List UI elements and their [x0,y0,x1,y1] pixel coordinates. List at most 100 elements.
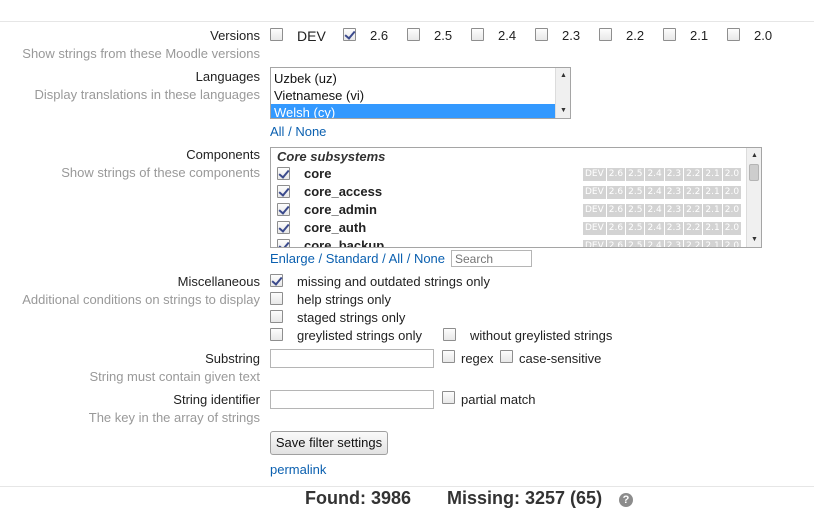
version-badge: DEV [583,186,606,199]
permalink-link[interactable]: permalink [270,462,326,477]
component-core-auth-checkbox[interactable] [277,221,290,234]
languages-select-links: All / None [270,124,326,139]
components-description: Show strings of these components [61,165,260,180]
version-2-3-checkbox[interactable] [535,28,548,41]
version-badge: 2.3 [664,240,684,247]
component-version-badges: DEV 2.6 2.5 2.4 2.3 2.2 2.1 2.0 [583,204,742,217]
components-links: Enlarge / Standard / All / None [270,251,445,266]
languages-none-link[interactable]: None [295,124,326,139]
stringid-label: String identifier [173,392,260,407]
missing-label: missing and outdated strings only [297,274,490,289]
help-strings-checkbox[interactable] [270,292,283,305]
languages-label: Languages [195,69,260,84]
components-standard-link[interactable]: Standard [326,251,379,266]
component-row: core_admin DEV 2.6 2.5 2.4 2.3 2.2 2.1 2.0 [271,201,747,219]
component-name: core_backup [304,238,385,248]
components-search-input[interactable] [451,250,532,267]
bottom-divider [0,486,814,487]
component-row: core_access DEV 2.6 2.5 2.4 2.3 2.2 2.1 2.0 [271,183,747,201]
version-badge: 2.2 [684,240,703,247]
scroll-down-icon[interactable]: ▼ [747,232,761,247]
case-sensitive-checkbox[interactable] [500,350,513,363]
component-core-access-checkbox[interactable] [277,185,290,198]
case-sensitive-label: case-sensitive [519,351,602,366]
languages-description: Display translations in these languages [34,87,260,102]
version-2-2-label: 2.2 [626,28,645,43]
version-badge: 2.5 [626,186,645,199]
version-badge: 2.3 [664,204,684,217]
version-badge: 2.6 [606,168,626,181]
version-badge: 2.0 [722,168,742,181]
component-version-badges: DEV 2.6 2.5 2.4 2.3 2.2 2.1 2.0 [583,222,742,235]
version-2-2-checkbox[interactable] [599,28,612,41]
regex-checkbox[interactable] [442,350,455,363]
without-greylisted-checkbox[interactable] [443,328,456,341]
save-filter-button[interactable]: Save filter settings [270,431,388,455]
help-icon[interactable]: ? [619,493,633,507]
version-2-0-checkbox[interactable] [727,28,740,41]
substring-input[interactable] [270,349,434,368]
version-badge: 2.2 [684,168,703,181]
version-2-5-checkbox[interactable] [407,28,420,41]
components-enlarge-link[interactable]: Enlarge [270,251,315,266]
version-badge: 2.1 [703,186,722,199]
version-badge: 2.0 [722,240,742,247]
components-scrollbar[interactable]: ▲ ▼ [746,148,761,247]
component-core-checkbox[interactable] [277,167,290,180]
version-badge: 2.4 [645,222,664,235]
language-option-welsh[interactable]: Welsh (cy) [271,104,555,118]
version-badge: 2.1 [703,222,722,235]
top-divider [0,21,814,22]
version-2-6-label: 2.6 [370,28,389,43]
components-separator: / [318,251,323,266]
version-badge: 2.6 [606,204,626,217]
version-badge: 2.5 [626,240,645,247]
components-none-link[interactable]: None [414,251,445,266]
components-list[interactable]: Core subsystems core DEV 2.6 2.5 2.4 2.3 2.2 2… [270,147,762,248]
version-badge: 2.0 [722,186,742,199]
languages-all-link[interactable]: All [270,124,284,139]
stringid-input[interactable] [270,390,434,409]
scrollbar-thumb[interactable] [749,164,759,181]
stringid-description: The key in the array of strings [88,410,260,425]
greylisted-label: greylisted strings only [297,328,422,343]
help-strings-label: help strings only [297,292,391,307]
language-option-uzbek[interactable]: Uzbek (uz) [271,70,570,87]
version-badge: 2.0 [722,204,742,217]
version-2-1-checkbox[interactable] [663,28,676,41]
version-2-3-label: 2.3 [562,28,581,43]
missing-checkbox[interactable] [270,274,283,287]
scroll-up-icon[interactable]: ▲ [556,68,570,83]
scroll-up-icon[interactable]: ▲ [747,148,761,163]
version-badge: DEV [583,168,606,181]
partial-match-label: partial match [461,392,536,407]
languages-select[interactable]: Uzbek (uz) Vietnamese (vi) Welsh (cy) ▲ … [270,67,571,119]
version-2-6-checkbox[interactable] [343,28,356,41]
components-all-link[interactable]: All [389,251,403,266]
component-core-backup-checkbox[interactable] [277,239,290,247]
version-2-4-checkbox[interactable] [471,28,484,41]
partial-match-checkbox[interactable] [442,391,455,404]
component-row: core_auth DEV 2.6 2.5 2.4 2.3 2.2 2.1 2.0 [271,219,747,237]
component-core-admin-checkbox[interactable] [277,203,290,216]
version-2-4-label: 2.4 [498,28,517,43]
component-version-badges: DEV 2.6 2.5 2.4 2.3 2.2 2.1 2.0 [583,186,742,199]
scroll-down-icon[interactable]: ▼ [556,103,570,118]
version-dev-checkbox[interactable] [270,28,283,41]
substring-description: String must contain given text [89,369,260,384]
version-badge: 2.1 [703,240,722,247]
component-version-badges: DEV 2.6 2.5 2.4 2.3 2.2 2.1 2.0 [583,168,742,181]
staged-label: staged strings only [297,310,406,325]
version-badge: 2.5 [626,222,645,235]
greylisted-checkbox[interactable] [270,328,283,341]
without-greylisted-label: without greylisted strings [470,328,613,343]
component-name: core [304,166,332,181]
version-badge: 2.4 [645,240,664,247]
version-badge: DEV [583,204,606,217]
version-badge: DEV [583,222,606,235]
staged-checkbox[interactable] [270,310,283,323]
language-option-vietnamese[interactable]: Vietnamese (vi) [271,87,570,104]
version-2-5-label: 2.5 [434,28,453,43]
version-dev-label: DEV [297,28,326,44]
languages-scrollbar[interactable]: ▲ ▼ [555,68,570,118]
